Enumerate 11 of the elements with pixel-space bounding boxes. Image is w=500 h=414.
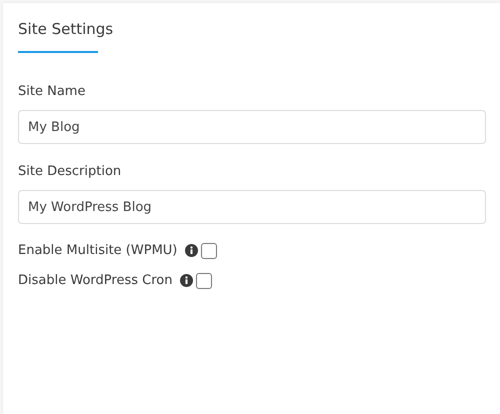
info-icon[interactable] [185, 244, 198, 257]
option-label: Disable WordPress Cron [18, 272, 172, 290]
input-field[interactable]: My WordPress Blog [18, 190, 486, 224]
checkbox[interactable] [201, 242, 218, 258]
field-label: Site Description [18, 163, 122, 181]
field-label: Site Name [18, 83, 86, 101]
checkbox[interactable] [196, 272, 212, 288]
section-title: Site Settings [18, 19, 114, 39]
input-field[interactable]: My Blog [18, 110, 486, 144]
info-icon[interactable] [180, 274, 194, 287]
option-label: Enable Multisite (WPMU) [18, 242, 178, 260]
